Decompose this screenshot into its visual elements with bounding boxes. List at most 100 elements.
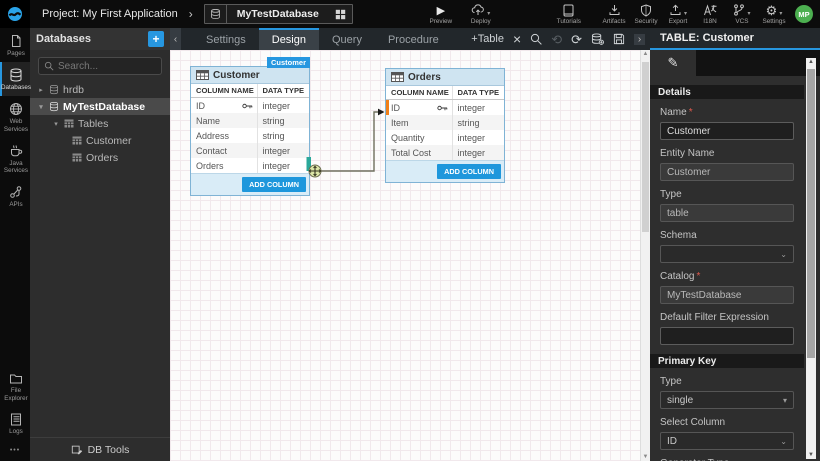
catalog-input[interactable] — [660, 286, 794, 304]
rail-item-databases[interactable]: Databases — [0, 62, 30, 96]
table-title: Customer — [213, 70, 260, 81]
rail-item-file-explorer[interactable]: File Explorer — [0, 366, 30, 406]
vcs-button[interactable]: ▾ VCS — [726, 0, 758, 28]
canvas-table-customer[interactable]: Customer Customer COLUMN NAME DATA TYPE … — [190, 66, 310, 196]
column-row-name[interactable]: Name string — [191, 113, 309, 128]
rail-item-java-services[interactable]: Java Services — [0, 138, 30, 179]
column-row-id[interactable]: ID integer — [386, 100, 504, 115]
inspector-vertical-scrollbar[interactable]: ▲ ▼ — [806, 58, 816, 459]
tutorials-button[interactable]: Tutorials — [553, 0, 585, 28]
add-column-button[interactable]: ADD COLUMN — [437, 164, 501, 179]
tab-settings[interactable]: Settings — [193, 28, 259, 50]
primary-key-icon — [242, 102, 253, 110]
canvas-table-orders[interactable]: Orders COLUMN NAME DATA TYPE ID integer — [385, 68, 505, 183]
canvas-vertical-scrollbar[interactable]: ▲ ▼ — [640, 50, 650, 461]
tab-query[interactable]: Query — [319, 28, 375, 50]
save-icon[interactable] — [613, 33, 625, 45]
er-diagram-canvas[interactable]: Customer Customer COLUMN NAME DATA TYPE … — [170, 50, 650, 461]
schema-select[interactable]: ⌄ — [660, 245, 794, 263]
deploy-button[interactable]: ▾ Deploy — [465, 0, 497, 28]
table-title-bar[interactable]: Customer — [191, 67, 309, 84]
tab-procedure[interactable]: Procedure — [375, 28, 452, 50]
undo-icon[interactable]: ⟲ — [551, 33, 562, 46]
rail-item-pages[interactable]: Pages — [0, 28, 30, 62]
scrollbar-thumb[interactable] — [807, 69, 815, 358]
name-label: Name — [660, 107, 794, 118]
settings-button[interactable]: ⚙▾ Settings — [758, 0, 790, 28]
pk-type-select[interactable]: single ▾ — [660, 391, 794, 409]
table-icon — [72, 136, 82, 145]
caret-down-icon: ▾ — [487, 10, 490, 17]
tree-node-hrdb[interactable]: ▸ hrdb — [30, 81, 170, 98]
entity-name-input[interactable] — [660, 163, 794, 181]
branch-icon — [733, 4, 745, 16]
caret-down-icon: ▾ — [684, 10, 687, 17]
db-tools-button[interactable]: DB Tools — [30, 437, 170, 461]
column-row-quantity[interactable]: Quantity integer — [386, 130, 504, 145]
column-row-id[interactable]: ID integer — [191, 98, 309, 113]
topbar: Project: My First Application › MyTestDa… — [0, 0, 820, 28]
scrollbar-thumb[interactable] — [642, 62, 649, 232]
scroll-down-icon[interactable]: ▼ — [641, 454, 650, 460]
scroll-down-icon[interactable]: ▼ — [806, 452, 816, 458]
gear-icon: ⚙ — [766, 4, 778, 17]
tree-node-tables[interactable]: ▾ Tables — [30, 115, 170, 132]
project-name: Project: My First Application — [42, 8, 178, 20]
search-input[interactable] — [58, 61, 156, 72]
tree-node-mytestdatabase[interactable]: ▾ MyTestDatabase — [30, 98, 170, 115]
add-table-button[interactable]: +Table — [471, 33, 504, 45]
api-nodes-icon — [9, 185, 23, 199]
column-row-orders[interactable]: Orders integer — [191, 158, 309, 173]
shield-icon — [640, 4, 652, 17]
column-row-address[interactable]: Address string — [191, 128, 309, 143]
default-filter-input[interactable] — [660, 327, 794, 345]
collapse-sidebar-button[interactable]: ‹ — [170, 28, 181, 50]
caret-down-icon[interactable]: ▾ — [52, 120, 60, 128]
column-row-contact[interactable]: Contact integer — [191, 143, 309, 158]
search-box[interactable] — [38, 57, 162, 75]
preview-button[interactable]: ▶ Preview — [425, 0, 457, 28]
database-icon — [9, 68, 23, 82]
pk-select-column-select[interactable]: ID ⌄ — [660, 432, 794, 450]
delete-icon[interactable]: × — [513, 32, 521, 46]
log-file-icon — [10, 413, 22, 426]
download-tray-icon — [608, 4, 621, 17]
rail-item-apis[interactable]: APIs — [0, 179, 30, 213]
add-column-button[interactable]: ADD COLUMN — [242, 177, 306, 192]
more-icon[interactable]: ••• — [0, 440, 30, 461]
column-row-item[interactable]: Item string — [386, 115, 504, 130]
user-avatar[interactable]: MP — [795, 5, 813, 23]
type-input[interactable] — [660, 204, 794, 222]
wavemaker-logo-icon — [7, 6, 23, 22]
column-row-total-cost[interactable]: Total Cost integer — [386, 145, 504, 160]
expand-panel-button[interactable]: › — [634, 34, 645, 45]
tree-node-customer[interactable]: Customer — [30, 132, 170, 149]
security-button[interactable]: Security — [630, 0, 662, 28]
scroll-up-icon[interactable]: ▲ — [641, 51, 650, 57]
redo-icon[interactable]: ⟳ — [571, 33, 582, 46]
tab-design[interactable]: Design — [259, 28, 319, 50]
caret-right-icon[interactable]: ▸ — [37, 86, 45, 94]
i18n-button[interactable]: I18N — [694, 0, 726, 28]
table-title-bar[interactable]: Orders — [386, 69, 504, 86]
export-button[interactable]: ▾ I18N Export — [662, 0, 694, 28]
search-icon — [44, 61, 54, 71]
apps-grid-icon[interactable] — [329, 9, 352, 20]
update-database-icon[interactable] — [591, 33, 604, 45]
scroll-up-icon[interactable]: ▲ — [806, 59, 816, 65]
tree-node-orders[interactable]: Orders — [30, 149, 170, 166]
zoom-search-icon[interactable] — [530, 33, 542, 45]
book-icon — [563, 4, 574, 17]
caret-down-icon[interactable]: ▾ — [37, 103, 45, 111]
app-logo[interactable] — [0, 0, 30, 28]
artifacts-button[interactable]: Artifacts — [598, 0, 630, 28]
rail-item-logs[interactable]: Logs — [0, 407, 30, 440]
name-input[interactable] — [660, 122, 794, 140]
add-database-button[interactable]: + — [148, 31, 164, 47]
db-tools-icon — [71, 444, 83, 456]
database-tab[interactable]: MyTestDatabase — [204, 4, 353, 24]
edit-tab[interactable]: ✎ — [650, 50, 696, 76]
rail-item-web-services[interactable]: Web Services — [0, 96, 30, 137]
chevron-down-icon: ⌄ — [780, 250, 787, 259]
upload-tray-icon — [669, 4, 682, 16]
